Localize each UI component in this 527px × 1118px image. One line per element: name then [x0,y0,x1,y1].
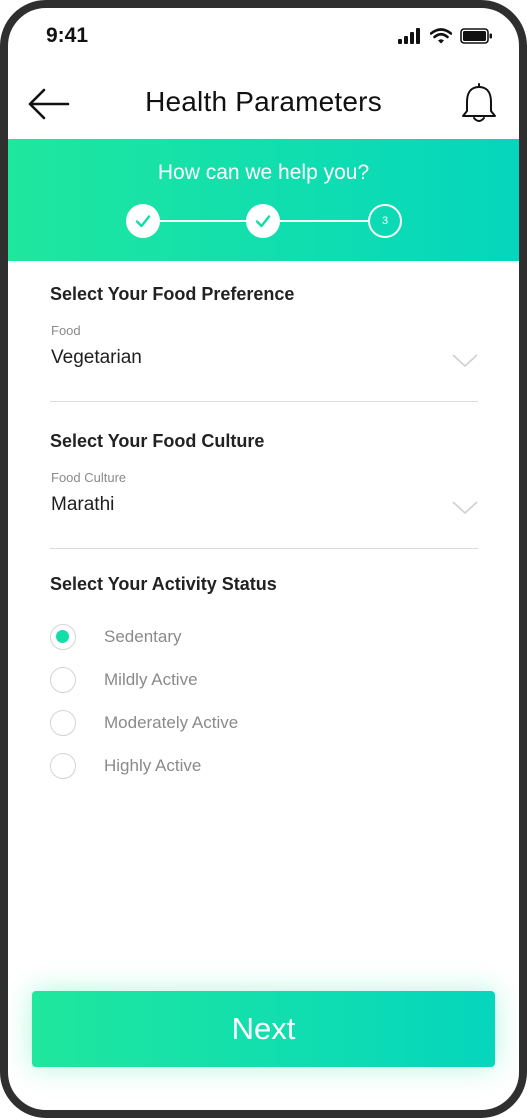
food-culture-field-value: Marathi [51,494,115,515]
radio-unselected[interactable] [50,667,76,693]
radio-unselected[interactable] [50,753,76,779]
food-culture-field-label: Food Culture [51,470,127,485]
chevron-down-icon [452,501,478,515]
radio-unselected[interactable] [50,710,76,736]
bell-icon [462,83,496,122]
check-icon [255,215,271,228]
banner-title: How can we help you? [157,161,370,184]
activity-option-label: Mildly Active [104,670,198,689]
signal-icon [398,28,420,44]
notifications-button[interactable] [459,80,499,126]
activity-option-mildly-active[interactable]: Mildly Active [50,665,198,695]
activity-option-sedentary[interactable]: Sedentary [50,622,182,652]
step-connector [280,220,368,222]
step-1-complete [126,204,160,238]
food-field-label: Food [51,323,81,338]
activity-status-heading: Select Your Activity Status [50,574,277,594]
status-bar: 9:41 [8,8,519,70]
step-3-number: 3 [381,215,389,227]
phone-frame: 9:41 Health Parameters How can we help y… [0,0,527,1118]
food-culture-heading: Select Your Food Culture [50,431,265,451]
radio-selected[interactable] [50,624,76,650]
activity-option-label: Highly Active [104,756,202,775]
app-bar: Health Parameters [8,70,519,139]
activity-option-label: Sedentary [104,627,182,646]
battery-icon [460,28,492,44]
food-select[interactable]: Food Vegetarian [50,323,478,402]
status-time: 9:41 [46,24,89,47]
step-connector [160,220,246,222]
food-field-value: Vegetarian [51,347,142,368]
step-3-current: 3 [368,204,402,238]
stepper: 3 [126,201,406,241]
check-icon [135,215,151,228]
activity-option-label: Moderately Active [104,713,239,732]
wifi-icon [430,28,452,44]
food-preference-heading: Select Your Food Preference [50,284,295,304]
progress-banner: How can we help you? 3 [8,139,519,261]
status-icons [398,28,493,44]
next-button[interactable]: Next [32,991,495,1067]
activity-option-highly-active[interactable]: Highly Active [50,751,201,781]
food-culture-select[interactable]: Food Culture Marathi [50,470,478,549]
step-2-complete [246,204,280,238]
activity-option-moderately-active[interactable]: Moderately Active [50,708,238,738]
page-title: Health Parameters [145,86,382,117]
chevron-down-icon [452,354,478,368]
